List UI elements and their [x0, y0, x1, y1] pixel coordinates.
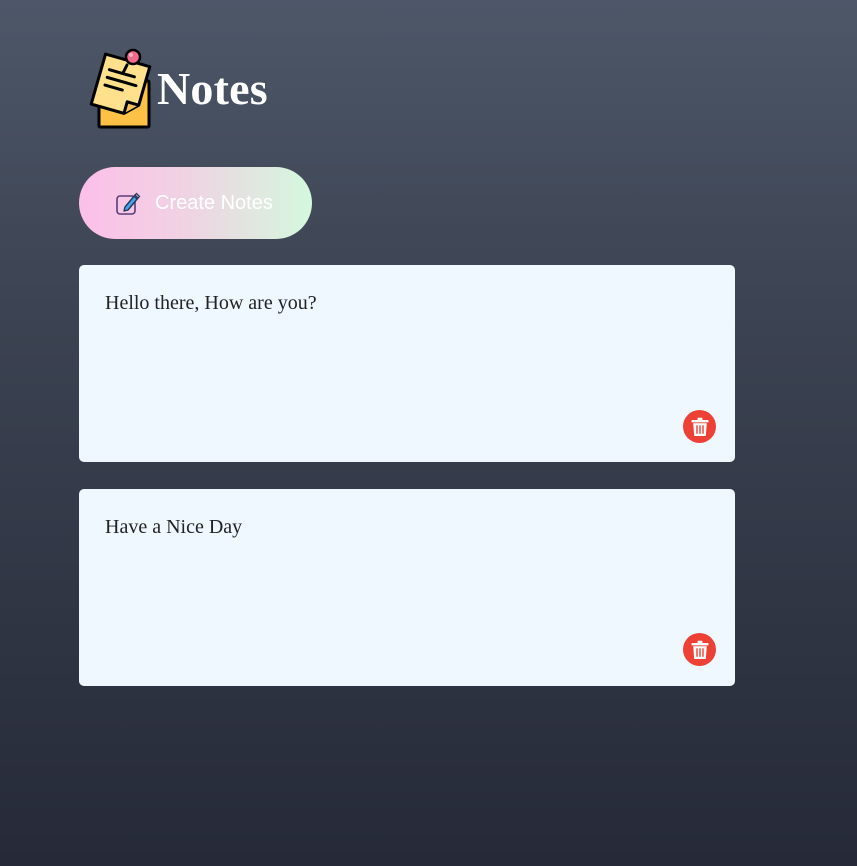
- note-text[interactable]: Hello there, How are you?: [105, 292, 317, 315]
- trash-icon: [691, 640, 708, 659]
- delete-note-button[interactable]: [683, 410, 716, 443]
- trash-icon: [691, 417, 708, 436]
- app-header: Notes: [83, 47, 268, 131]
- pencil-edit-icon: [116, 192, 141, 215]
- sticky-note-icon: [89, 48, 152, 129]
- create-notes-label: Create Notes: [155, 191, 273, 214]
- note-card[interactable]: Have a Nice Day: [79, 489, 735, 686]
- note-text[interactable]: Have a Nice Day: [105, 516, 242, 539]
- delete-note-button[interactable]: [683, 633, 716, 666]
- note-card[interactable]: Hello there, How are you?: [79, 265, 735, 462]
- create-notes-button[interactable]: Create Notes: [79, 167, 312, 239]
- page-title: Notes: [157, 62, 268, 114]
